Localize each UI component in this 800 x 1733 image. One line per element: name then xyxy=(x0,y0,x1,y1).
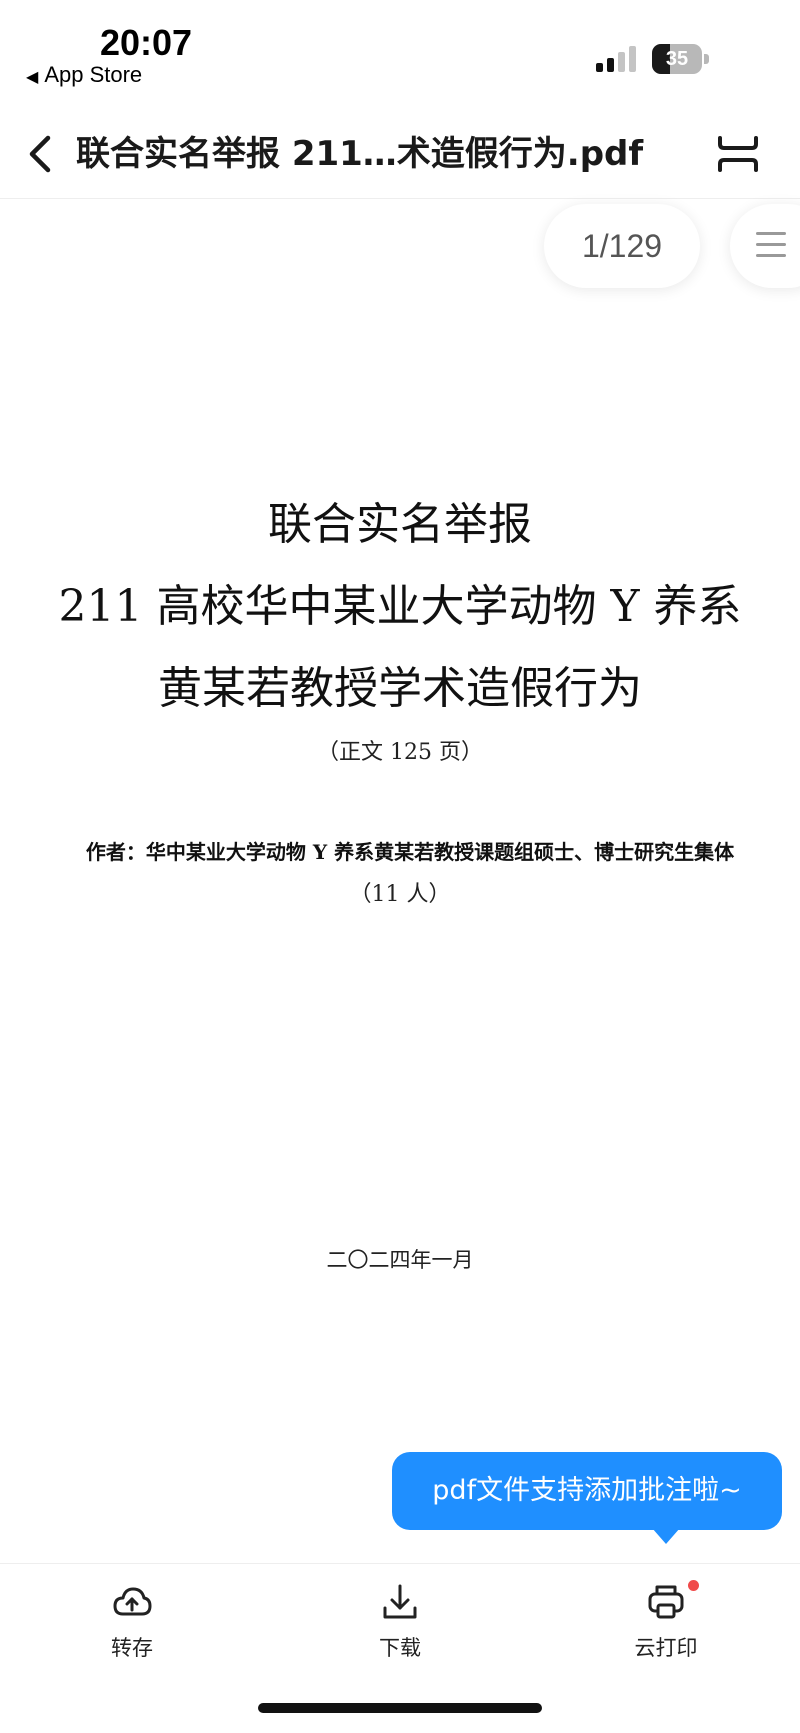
chevron-left-icon[interactable] xyxy=(24,130,58,178)
cellular-signal-icon xyxy=(596,46,636,72)
back-triangle-icon: ◀ xyxy=(26,69,39,86)
page-indicator[interactable]: 1/129 xyxy=(544,204,700,288)
doc-title-line-1: 联合实名举报 xyxy=(268,499,532,550)
cloud-print-button[interactable]: 云打印 xyxy=(596,1564,736,1674)
status-time: 20:07 xyxy=(100,22,193,63)
battery-level: 35 xyxy=(665,48,689,70)
doc-page-count-note: （正文 125 页） xyxy=(317,740,483,765)
download-icon xyxy=(383,1584,417,1619)
back-app-label: App Store xyxy=(44,62,143,87)
home-indicator[interactable] xyxy=(258,1703,542,1713)
download-button[interactable]: 下载 xyxy=(330,1564,470,1674)
download-label: 下载 xyxy=(379,1636,421,1660)
expand-icon[interactable] xyxy=(716,134,760,174)
print-label: 云打印 xyxy=(634,1636,698,1660)
cloud-upload-icon xyxy=(113,1587,152,1616)
doc-author: 作者：华中某业大学动物 Y 养系黄某若教授课题组硕士、博士研究生集体 xyxy=(85,840,735,864)
annotation-tip-toast[interactable]: pdf文件支持添加批注啦~ xyxy=(392,1452,782,1530)
save-label: 转存 xyxy=(111,1636,153,1660)
doc-title-line-3: 黄某若教授学术造假行为 xyxy=(158,663,642,714)
document-title: 联合实名举报 211…术造假行为.pdf xyxy=(76,134,644,174)
list-icon xyxy=(756,232,786,257)
save-to-cloud-button[interactable]: 转存 xyxy=(62,1564,202,1674)
battery-icon: 35 xyxy=(652,44,710,74)
doc-date: 二〇二四年一月 xyxy=(326,1248,474,1272)
status-bar: 20:07 ◀ App Store 35 xyxy=(0,0,800,100)
printer-icon xyxy=(648,1585,684,1619)
pdf-page[interactable]: 联合实名举报 211 高校华中某业大学动物 Y 养系 黄某若教授学术造假行为 （… xyxy=(0,200,800,1490)
doc-author-count: （11 人） xyxy=(349,882,451,907)
new-feature-badge xyxy=(688,1580,699,1591)
toast-pointer xyxy=(652,1528,680,1544)
back-to-app-link[interactable]: ◀ App Store xyxy=(26,62,142,88)
doc-title-line-2: 211 高校华中某业大学动物 Y 养系 xyxy=(58,581,742,632)
viewer-header: 联合实名举报 211…术造假行为.pdf xyxy=(0,110,800,199)
